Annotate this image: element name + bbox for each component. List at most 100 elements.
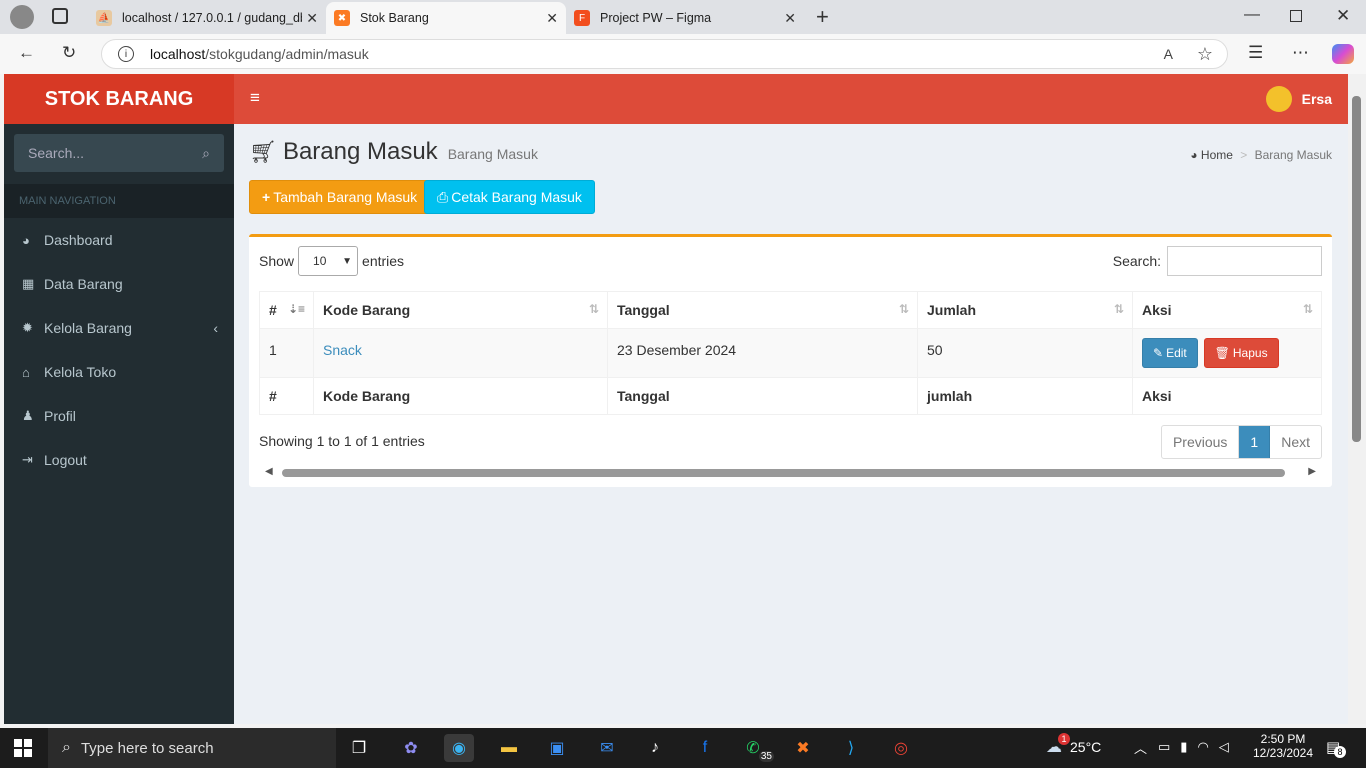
figma-icon: F	[574, 10, 590, 26]
breadcrumb: ◕ Home > Barang Masuk	[1190, 148, 1332, 162]
mail-icon[interactable]: ✉	[592, 734, 622, 762]
tab-stok-barang[interactable]: ✖ Stok Barang ✕	[326, 2, 566, 34]
horizontal-scrollbar[interactable]	[282, 469, 1285, 477]
clock[interactable]: 2:50 PM 12/23/2024	[1248, 732, 1318, 760]
vscode-icon[interactable]: ⟩	[836, 734, 866, 762]
table-row: 1 Snack 23 Desember 2024 50 ✎ Edit 🗑︎ Hapu…	[259, 328, 1322, 378]
previous-page-button[interactable]: Previous	[1162, 426, 1240, 458]
next-page-button[interactable]: Next	[1270, 426, 1321, 458]
xampp-icon: ✖	[334, 10, 350, 26]
kode-barang-link[interactable]: Snack	[323, 342, 362, 358]
trash-icon: 🗑︎	[1214, 346, 1230, 360]
chevron-left-icon: ‹	[213, 320, 218, 336]
chrome-icon[interactable]: ◎	[886, 734, 916, 762]
avatar	[1265, 86, 1292, 112]
system-tray-icons[interactable]: ▭ ▮ ◠ ◁	[1158, 739, 1229, 755]
sidebar-search-input[interactable]: Search... ⌕	[14, 134, 224, 172]
page-scroll-thumb[interactable]	[1352, 96, 1361, 442]
new-tab-icon[interactable]: +	[816, 4, 829, 30]
user-menu[interactable]: Ersa	[1265, 86, 1332, 112]
search-icon[interactable]: ⌕	[202, 145, 210, 162]
page-1-button[interactable]: 1	[1239, 426, 1271, 458]
sort-icon: ⇅	[1113, 302, 1124, 316]
breadcrumb-home[interactable]: Home	[1201, 148, 1233, 162]
close-tab-icon[interactable]: ✕	[784, 10, 796, 27]
windows-start-icon[interactable]	[14, 739, 32, 757]
url-field[interactable]: i localhost/stokgudang/admin/masuk A ☆	[101, 39, 1228, 69]
dashboard-icon: ◕	[1190, 148, 1198, 162]
print-icon: ⎙	[437, 188, 449, 205]
sort-asc-icon: ⇣≡	[287, 302, 305, 316]
cart-icon: 🛒︎	[249, 139, 277, 164]
col-header-no[interactable]: # ⇣≡	[259, 291, 314, 329]
restore-icon[interactable]	[1290, 10, 1302, 22]
notification-icon[interactable]: ▤ 8	[1326, 738, 1346, 758]
sort-icon: ⇅	[898, 302, 909, 316]
copilot-icon[interactable]: ✿	[396, 734, 426, 762]
close-tab-icon[interactable]: ✕	[306, 10, 318, 27]
reload-icon[interactable]: ↻	[62, 43, 76, 63]
print-barang-masuk-button[interactable]: ⎙ Cetak Barang Masuk	[424, 180, 595, 214]
table-search: Search:	[1113, 244, 1322, 278]
chevron-up-icon[interactable]: ︿	[1134, 738, 1147, 757]
nav-header: MAIN NAVIGATION	[4, 184, 234, 218]
dashboard-icon: ◕	[22, 232, 30, 248]
whatsapp-icon[interactable]: ✆ 35	[738, 734, 774, 762]
sidebar-item-kelola-toko[interactable]: ⌂ Kelola Toko	[4, 350, 234, 394]
close-tab-icon[interactable]: ✕	[546, 10, 558, 27]
copilot-icon[interactable]	[1332, 44, 1354, 64]
admin-app: STOK BARANG ≡ Ersa Search... ⌕ MAIN NAVI…	[4, 74, 1348, 724]
col-header-tanggal[interactable]: Tanggal ⇅	[607, 291, 918, 329]
sidebar-item-dashboard[interactable]: ◕ Dashboard	[4, 218, 234, 262]
favorite-star-icon[interactable]: ☆	[1197, 44, 1213, 65]
edit-button[interactable]: ✎ Edit	[1142, 338, 1198, 368]
edit-icon: ✎	[1153, 346, 1164, 360]
profile-icon[interactable]	[10, 5, 34, 29]
sidebar-toggle-icon[interactable]: ≡	[250, 88, 260, 108]
delete-button[interactable]: 🗑︎ Hapus	[1203, 338, 1279, 368]
weather-widget[interactable]: ☁ 25°C 1	[1046, 733, 1101, 757]
back-icon[interactable]: ←	[18, 43, 35, 63]
plus-icon: +	[262, 189, 271, 205]
add-barang-masuk-button[interactable]: + Tambah Barang Masuk	[249, 180, 431, 214]
page-scrollbar[interactable]	[1348, 74, 1366, 724]
read-aloud-icon[interactable]: A	[1164, 46, 1173, 62]
brand-logo[interactable]: STOK BARANG	[4, 74, 234, 124]
pagination: Previous 1 Next	[1160, 425, 1322, 459]
tab-figma[interactable]: F Project PW – Figma ✕	[566, 2, 804, 34]
tab-phpmyadmin[interactable]: ⛵ localhost / 127.0.0.1 / gudang_db ✕	[88, 2, 326, 34]
store-icon[interactable]: ▣	[542, 734, 572, 762]
logout-icon: ⇥	[22, 452, 33, 467]
table-footer-row: # Kode Barang Tanggal jumlah Aksi	[259, 377, 1322, 415]
table-search-input[interactable]	[1167, 246, 1322, 276]
task-view-icon[interactable]: ❐	[344, 734, 374, 762]
search-icon: ⌕	[62, 739, 71, 756]
site-info-icon[interactable]: i	[118, 46, 134, 62]
tab-actions-icon[interactable]	[52, 8, 68, 24]
close-window-icon[interactable]: ✕	[1336, 6, 1350, 26]
home-icon: ⌂	[22, 364, 30, 380]
sidebar-item-data-barang[interactable]: ▦ Data Barang	[4, 262, 234, 306]
sort-icon: ⇅	[1302, 302, 1313, 316]
gear-icon: ✹	[22, 320, 33, 335]
facebook-icon[interactable]: f	[690, 734, 720, 762]
sidebar-item-logout[interactable]: ⇥ Logout	[4, 438, 234, 482]
battery-icon: ▮	[1180, 739, 1188, 754]
more-icon[interactable]: ⋯	[1292, 43, 1309, 63]
taskbar-search-input[interactable]: ⌕ Type here to search	[48, 728, 336, 768]
sidebar-item-profil[interactable]: ♟ Profil	[4, 394, 234, 438]
col-header-aksi[interactable]: Aksi ⇅	[1132, 291, 1322, 329]
scroll-left-icon[interactable]: ◀	[265, 466, 273, 477]
col-header-jumlah[interactable]: Jumlah ⇅	[917, 291, 1133, 329]
sidebar-item-kelola-barang[interactable]: ✹ Kelola Barang ‹	[4, 306, 234, 350]
xampp-icon[interactable]: ✖	[788, 734, 818, 762]
chevron-down-icon: ▼	[342, 255, 353, 267]
col-header-kode[interactable]: Kode Barang ⇅	[313, 291, 608, 329]
tiktok-icon[interactable]: ♪	[640, 734, 670, 762]
file-explorer-icon[interactable]: ▬	[494, 734, 524, 762]
minimize-icon[interactable]: —	[1244, 6, 1260, 24]
edge-icon[interactable]: ◉	[444, 734, 474, 762]
entries-select[interactable]: 10 ▼	[298, 246, 359, 276]
favorites-icon[interactable]: ☰	[1248, 43, 1263, 63]
scroll-right-icon[interactable]: ▶	[1308, 466, 1316, 477]
